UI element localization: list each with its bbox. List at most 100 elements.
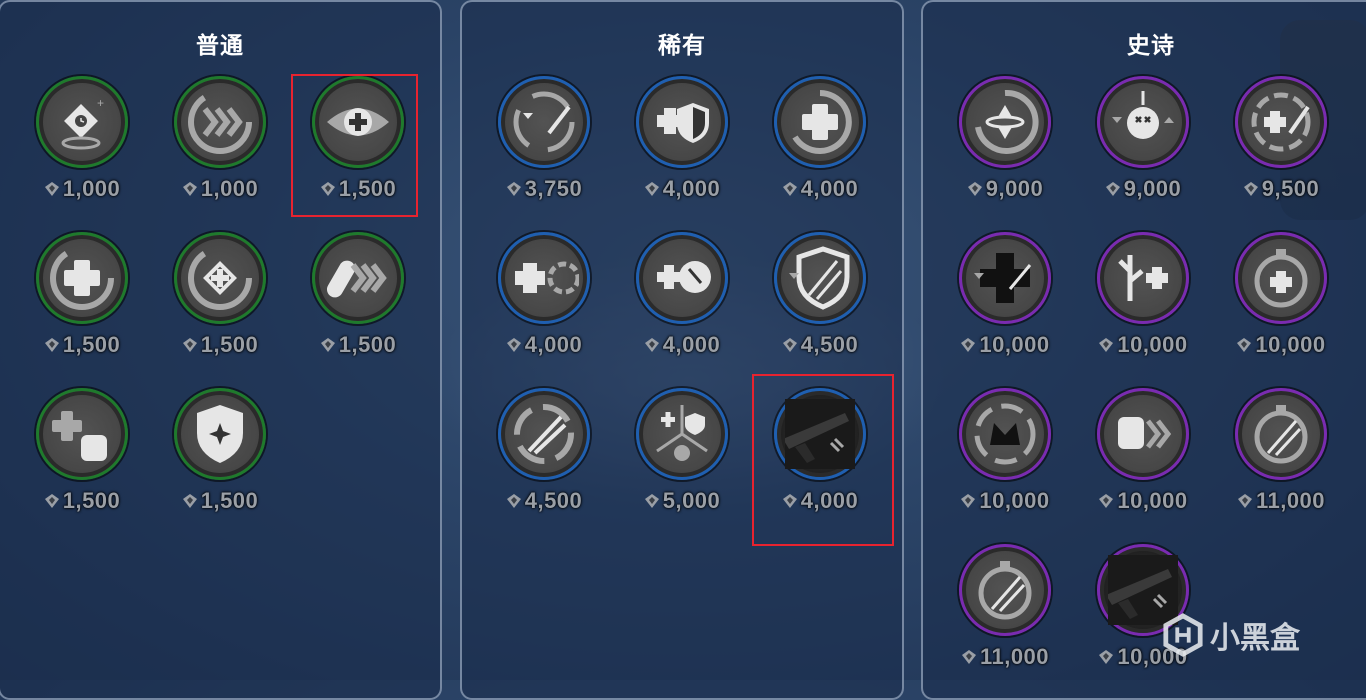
price-label: 1,500	[22, 488, 142, 514]
price-value: 9,000	[1123, 176, 1182, 201]
upgrade-icon-ring	[1235, 388, 1327, 480]
upgrade-icon-ring	[636, 232, 728, 324]
highlight-box-common	[291, 74, 418, 217]
price-value: 4,000	[524, 332, 583, 357]
upgrade-item[interactable]: 1,500	[22, 222, 142, 362]
upgrade-item[interactable]: 10,000	[945, 222, 1065, 362]
currency-gem-icon	[961, 650, 976, 664]
price-label: 10,000	[1083, 488, 1203, 514]
price-label: 4,000	[622, 332, 742, 358]
shield-sparkle-icon	[197, 405, 243, 463]
upgrade-icon-ring	[1097, 388, 1189, 480]
price-label: 11,000	[1221, 488, 1341, 514]
upgrade-item[interactable]: 1,500	[160, 222, 280, 362]
upgrade-item[interactable]: 1,000	[160, 66, 280, 206]
price-label: 10,000	[1221, 332, 1341, 358]
price-label: 9,000	[945, 176, 1065, 202]
currency-gem-icon	[1243, 182, 1258, 196]
upgrade-icon-ring: +	[36, 76, 128, 168]
currency-gem-icon	[1105, 182, 1120, 196]
upgrade-icon-ring	[959, 76, 1051, 168]
clock-diamond-icon: +	[61, 96, 104, 150]
price-label: 4,000	[622, 176, 742, 202]
upgrade-item[interactable]: 3,750	[484, 66, 604, 206]
heal-shield-ammo-icon	[656, 405, 708, 461]
heal-shield-icon	[657, 103, 709, 143]
upgrade-item[interactable]: 10,000	[1221, 222, 1341, 362]
upgrade-item[interactable]: 1,500	[22, 378, 142, 518]
upgrade-item[interactable]: 4,000	[484, 222, 604, 362]
currency-gem-icon	[506, 182, 521, 196]
price-label: 1,500	[22, 332, 142, 358]
currency-gem-icon	[644, 494, 659, 508]
price-value: 1,500	[62, 332, 121, 357]
currency-gem-icon	[320, 338, 335, 352]
upgrade-item[interactable]: 9,000	[945, 66, 1065, 206]
upgrade-icon-ring	[1235, 232, 1327, 324]
panel-title: 史诗	[1127, 33, 1175, 59]
price-label: 9,000	[1083, 176, 1203, 202]
price-label: 4,500	[484, 488, 604, 514]
upgrade-item[interactable]: 4,500	[760, 222, 880, 362]
upgrade-item[interactable]: 9,500	[1221, 66, 1341, 206]
upgrade-icon-ring	[959, 544, 1051, 636]
currency-gem-icon	[961, 494, 976, 508]
upgrade-item[interactable]: 4,500	[484, 378, 604, 518]
upgrade-icon-ring	[36, 232, 128, 324]
upgrade-icon-ring	[1097, 76, 1189, 168]
price-label: 10,000	[945, 488, 1065, 514]
currency-gem-icon	[644, 338, 659, 352]
price-value: 3,750	[524, 176, 583, 201]
timer-slash-alt-icon	[978, 561, 1032, 620]
upgrade-item[interactable]: 11,000	[1221, 378, 1341, 518]
upgrade-item[interactable]: 10,000	[1083, 222, 1203, 362]
price-value: 10,000	[979, 488, 1050, 513]
heal-target-icon	[188, 246, 252, 310]
upgrade-item[interactable]: 10,000	[1083, 378, 1203, 518]
panel-title: 稀有	[658, 33, 706, 59]
upgrade-icon-ring	[959, 232, 1051, 324]
upgrade-item[interactable]: 10,000	[945, 378, 1065, 518]
svg-text:+: +	[97, 96, 104, 110]
upgrade-item[interactable]: 4,000	[622, 66, 742, 206]
upgrade-item[interactable]: +1,000	[22, 66, 142, 206]
heal-head-icon	[657, 261, 711, 293]
currency-gem-icon	[1099, 494, 1114, 508]
upgrade-item[interactable]: 4,000	[622, 222, 742, 362]
currency-gem-icon	[644, 182, 659, 196]
upgrade-icon-ring	[1235, 76, 1327, 168]
upgrade-item[interactable]: 9,000	[1083, 66, 1203, 206]
upgrade-item[interactable]: 4,000	[760, 66, 880, 206]
upgrade-item[interactable]: 1,500	[298, 222, 418, 362]
price-value: 4,000	[662, 176, 721, 201]
currency-gem-icon	[961, 338, 976, 352]
price-label: 1,500	[160, 332, 280, 358]
upgrade-icon-ring	[312, 232, 404, 324]
price-label: 5,000	[622, 488, 742, 514]
price-value: 1,500	[200, 332, 259, 357]
skateboard-speed-icon	[327, 260, 387, 298]
price-label: 9,500	[1221, 176, 1341, 202]
upgrade-icon-ring	[174, 388, 266, 480]
upgrade-icon-ring	[174, 232, 266, 324]
currency-gem-icon	[782, 182, 797, 196]
currency-gem-icon	[44, 182, 59, 196]
bullet-stack-icon	[513, 91, 575, 153]
tree-heal-icon	[1118, 255, 1168, 301]
price-label: 1,000	[22, 176, 142, 202]
price-label: 4,000	[484, 332, 604, 358]
price-label: 1,500	[298, 332, 418, 358]
heal-fist-icon	[52, 411, 107, 461]
slash-circle-icon	[514, 404, 574, 464]
burst-crown-icon	[974, 403, 1036, 465]
upgrade-item[interactable]: 1,500	[160, 378, 280, 518]
upgrade-item[interactable]: 11,000	[945, 534, 1065, 674]
upgrade-icon-ring	[774, 76, 866, 168]
watermark-text: 小黑盒	[1210, 621, 1300, 656]
upgrade-item[interactable]: 5,000	[622, 378, 742, 518]
upgrade-icon-ring	[174, 76, 266, 168]
fist-speed-icon	[1118, 417, 1172, 449]
price-label: 1,000	[160, 176, 280, 202]
price-label: 10,000	[945, 332, 1065, 358]
upgrade-icon-ring	[36, 388, 128, 480]
